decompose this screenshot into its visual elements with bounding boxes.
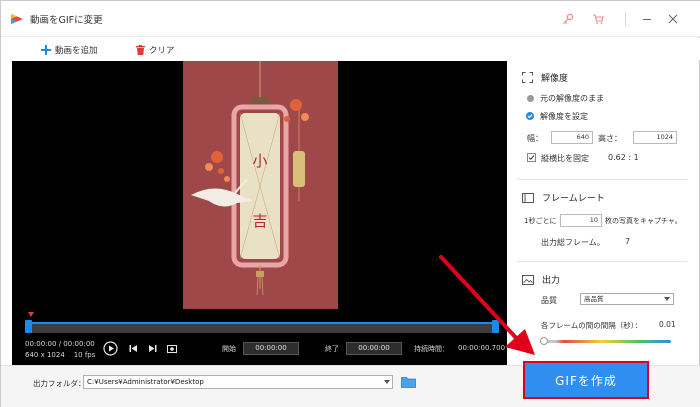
folder-icon[interactable] [401,376,416,388]
quality-label: 品質 [541,296,557,305]
height-input[interactable]: 1024 [633,131,677,144]
video-fps: 10 fps [73,351,96,359]
check-icon [527,114,533,119]
titlebar-divider [625,12,626,26]
aspect-ratio-value: 0.62 : 1 [608,153,639,162]
close-icon[interactable] [667,13,679,25]
quality-select[interactable]: 高品質 [580,293,674,305]
output-title-text: 出力 [542,276,561,286]
quality-selected-value: 高品質 [584,295,604,303]
prev-frame-icon[interactable] [129,344,138,353]
clear-label: クリア [149,46,175,56]
trash-icon [136,45,145,55]
trim-start-handle[interactable] [25,320,32,333]
framerate-section-title: フレームレート [522,191,605,204]
key-icon[interactable] [562,13,574,25]
interval-value: 0.01 [659,320,676,329]
video-thumbnail-image: 小 吉 [191,61,309,296]
aspect-ratio-label: 縦横比を固定 [541,154,589,163]
add-video-button[interactable]: 動画を追加 [41,43,98,57]
current-time: 00:00:00 [25,340,57,348]
original-resolution-label: 元の解像度のまま [540,94,604,103]
interval-slider-track[interactable] [545,340,671,343]
width-label: 幅： [527,134,543,143]
image-icon [522,274,534,285]
timeline-track[interactable] [28,322,498,333]
video-frame: 小 吉 [183,61,338,309]
start-time-input[interactable]: 00:00:00 [243,342,299,355]
timeline-panel: 00:00:00 / 00:00:00 640 x 1024 10 fps 開始… [12,309,507,365]
chevron-down-icon [664,297,670,301]
time-readout: 00:00:00 / 00:00:00 [25,340,95,348]
framerate-title-text: フレームレート [542,194,605,204]
interval-label: 各フレームの間の間隔（秒）： [541,321,643,330]
resolution-title-text: 解像度 [541,74,569,84]
end-label: 終了 [325,345,339,353]
output-folder-input[interactable]: C:¥Users¥Administrator¥Desktop [83,375,393,389]
duration-value: 00:00:00.700 [458,344,506,352]
create-gif-button[interactable]: GIFを作成 [523,361,649,399]
settings-panel: 解像度 元の解像度のまま 解像度を設定 幅： 640 高さ： 1024 縦横比を… [511,61,691,361]
snapshot-icon[interactable] [167,344,177,353]
checkmark-icon [528,155,535,161]
next-frame-icon[interactable] [148,344,157,353]
width-input[interactable]: 640 [551,131,593,144]
video-resolution: 640 x 1024 [25,351,65,359]
interval-slider-knob[interactable] [540,337,548,345]
minimize-icon[interactable] [641,13,653,25]
per-second-suffix: 枚の写真をキャプチャ。 [605,217,682,225]
clear-button[interactable]: クリア [136,43,175,57]
height-label: 高さ： [598,134,622,143]
section-divider [517,179,687,180]
frames-per-second-input[interactable]: 10 [560,214,602,227]
output-section-title: 出力 [522,273,560,286]
video-preview: 小 吉 [12,61,507,309]
title-bar: 動画をGIFに変更 [1,1,700,37]
total-frames-label: 出力総フレーム。 [541,238,605,247]
custom-resolution-label: 解像度を設定 [540,112,588,121]
time-separator: / [58,340,62,348]
fullscreen-icon [522,72,533,83]
add-video-label: 動画を追加 [55,46,98,56]
toolbar: 動画を追加 クリア [1,38,700,60]
per-second-prefix: 1秒ごとに [524,217,557,225]
total-frames-value: 7 [625,237,631,246]
trim-end-handle[interactable] [492,320,499,333]
output-folder-label: 出力フォルダ： [33,379,86,388]
output-folder-path: C:¥Users¥Administrator¥Desktop [87,378,204,386]
film-icon [522,192,534,203]
video-info: 640 x 1024 10 fps [25,351,95,359]
app-logo-icon [11,14,23,24]
resolution-section-title: 解像度 [522,71,568,84]
radio-custom-resolution[interactable] [526,112,534,120]
svg-text:小: 小 [252,152,267,170]
svg-text:吉: 吉 [252,212,267,230]
start-label: 開始 [222,345,236,353]
aspect-ratio-checkbox[interactable] [527,153,536,162]
plus-icon [41,45,51,55]
total-time: 00:00:00 [63,340,95,348]
duration-label: 持続時間： [414,345,449,353]
playhead-marker[interactable] [28,312,34,317]
radio-original-resolution[interactable] [527,95,534,102]
section-divider [517,261,687,262]
chevron-down-icon[interactable] [384,380,390,384]
play-icon[interactable] [103,341,118,356]
cart-icon[interactable] [592,13,604,25]
end-time-input[interactable]: 00:00:00 [346,342,402,355]
window-title: 動画をGIFに変更 [30,15,103,26]
app-window: 動画をGIFに変更 動画を追加 クリア 小 吉 00:00:00 / 00:00… [0,0,700,407]
